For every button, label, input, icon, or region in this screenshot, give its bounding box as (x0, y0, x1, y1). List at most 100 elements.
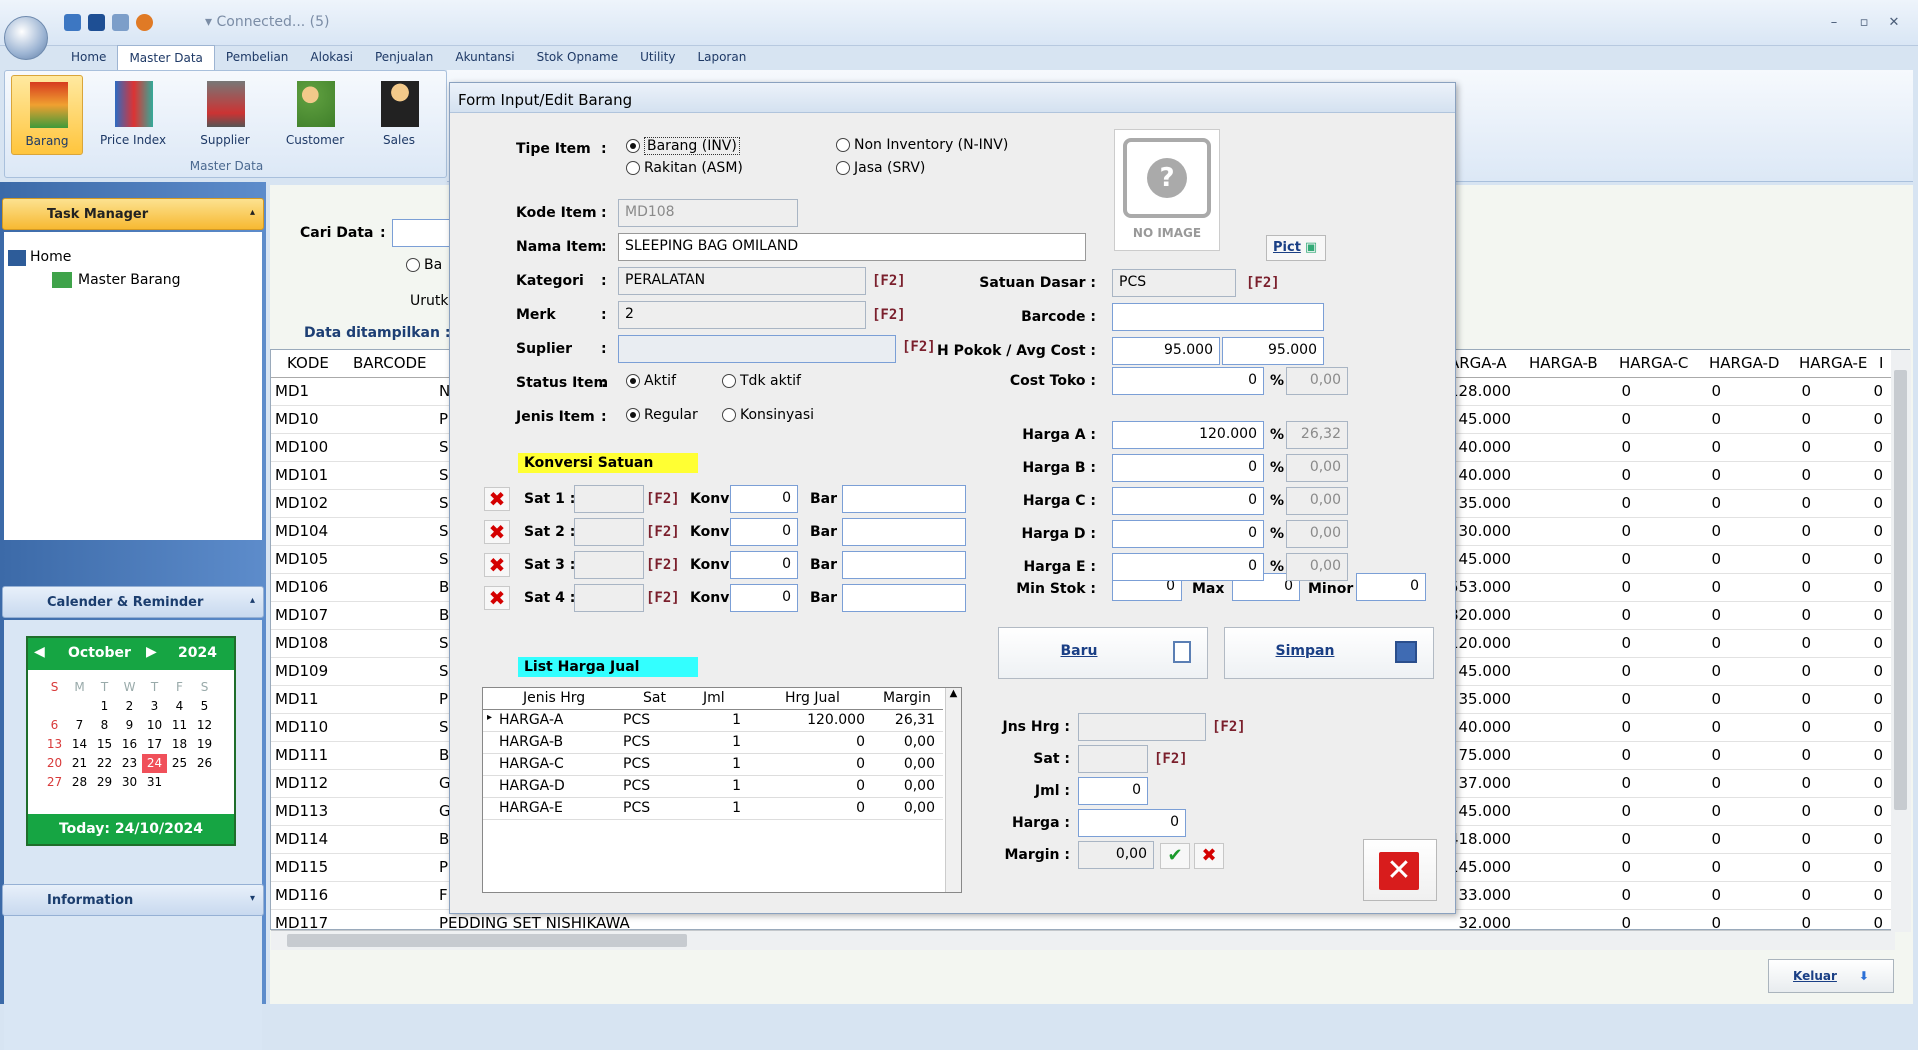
calendar-day[interactable]: 14 (67, 735, 92, 754)
sat-3-input[interactable] (574, 551, 644, 579)
merk-f2[interactable]: [F2] (872, 307, 906, 323)
new-icon[interactable] (64, 14, 81, 31)
customer-button[interactable]: Customer (279, 75, 351, 155)
horizontal-scrollbar[interactable] (271, 930, 1895, 950)
harga-b-percent[interactable]: 0,00 (1286, 454, 1348, 482)
bar-1-input[interactable] (842, 485, 966, 513)
close-dialog-button[interactable]: ✕ (1363, 839, 1437, 901)
harga-e-input[interactable]: 0 (1112, 553, 1264, 581)
satuan-dasar-f2[interactable]: [F2] (1246, 275, 1280, 291)
list-harga-row[interactable]: HARGA-E PCS 1 0 0,00 (483, 798, 943, 820)
calendar-year[interactable]: 2024 (178, 645, 217, 661)
delete-sat-3-icon[interactable]: ✖ (484, 553, 510, 577)
jns-hrg-f2[interactable]: [F2] (1212, 719, 1246, 735)
calendar-day[interactable]: 18 (167, 735, 192, 754)
radio-non-inventory[interactable]: Non Inventory (N-INV) (836, 137, 1008, 153)
harga-input[interactable]: 0 (1078, 809, 1186, 837)
sat-2-input[interactable] (574, 518, 644, 546)
tab-akuntansi[interactable]: Akuntansi (444, 45, 525, 70)
hj-col-jml[interactable]: Jml (703, 690, 725, 706)
tab-home[interactable]: Home (60, 45, 117, 70)
margin-input[interactable]: 0,00 (1078, 841, 1154, 869)
calendar-day[interactable]: 27 (42, 773, 67, 792)
sat-4-input[interactable] (574, 584, 644, 612)
tab-utility[interactable]: Utility (629, 45, 686, 70)
calendar-day[interactable]: 23 (117, 754, 142, 773)
list-harga-row[interactable]: HARGA-D PCS 1 0 0,00 (483, 776, 943, 798)
list-harga-row[interactable]: ▸ HARGA-A PCS 1 120.000 26,31 (483, 710, 943, 732)
save-icon[interactable] (88, 14, 105, 31)
sat-f2[interactable]: [F2] (1154, 751, 1188, 767)
item-image[interactable]: ? NO IMAGE (1114, 129, 1220, 251)
pict-button[interactable]: Pict ▣ (1266, 235, 1326, 261)
user-icon[interactable] (136, 14, 153, 31)
hj-col-jenis[interactable]: Jenis Hrg (523, 690, 585, 706)
cancel-x-icon[interactable]: ✖ (1194, 843, 1224, 869)
sat-2-f2[interactable]: [F2] (646, 524, 680, 540)
jml-input[interactable]: 0 (1078, 777, 1148, 805)
col-harga-c[interactable]: HARGA-C (1619, 354, 1688, 372)
calendar-day[interactable]: 3 (142, 697, 167, 716)
barcode-input[interactable] (1112, 303, 1324, 331)
sat-4-f2[interactable]: [F2] (646, 590, 680, 606)
hj-col-margin[interactable]: Margin (883, 690, 931, 706)
hj-col-sat[interactable]: Sat (643, 690, 666, 706)
scroll-thumb[interactable] (287, 934, 687, 947)
sat-input[interactable] (1078, 745, 1148, 773)
sat-1-input[interactable] (574, 485, 644, 513)
satuan-dasar-input[interactable]: PCS (1112, 269, 1236, 297)
calendar-day[interactable]: 10 (142, 716, 167, 735)
calendar-day[interactable]: 24 (142, 754, 167, 773)
calendar-day[interactable]: 16 (117, 735, 142, 754)
calendar-day[interactable]: 28 (67, 773, 92, 792)
list-harga-scrollbar[interactable]: ▲ (945, 688, 961, 892)
konv-1-input[interactable]: 0 (730, 485, 798, 513)
calendar-day[interactable]: 5 (192, 697, 217, 716)
restore-icon[interactable]: ▫ (1852, 14, 1876, 32)
search-input[interactable] (392, 219, 452, 247)
cost-toko-percent[interactable]: 0,00 (1286, 367, 1348, 395)
calendar-day[interactable]: 1 (92, 697, 117, 716)
konv-3-input[interactable]: 0 (730, 551, 798, 579)
konv-2-input[interactable]: 0 (730, 518, 798, 546)
radio-konsinyasi[interactable]: Konsinyasi (722, 407, 814, 423)
calendar-day[interactable]: 7 (67, 716, 92, 735)
calendar-day[interactable]: 17 (142, 735, 167, 754)
calendar-day[interactable]: 29 (92, 773, 117, 792)
tab-laporan[interactable]: Laporan (686, 45, 757, 70)
calendar-day[interactable]: 2 (117, 697, 142, 716)
harga-d-input[interactable]: 0 (1112, 520, 1264, 548)
information-header[interactable]: Information ▾ (2, 884, 264, 916)
tab-pembelian[interactable]: Pembelian (215, 45, 300, 70)
list-harga-row[interactable]: HARGA-B PCS 1 0 0,00 (483, 732, 943, 754)
hj-col-hrg[interactable]: Hrg Jual (785, 690, 840, 706)
h-pokok-input[interactable]: 95.000 (1112, 337, 1220, 365)
radio-tdk-aktif[interactable]: Tdk aktif (722, 373, 801, 389)
sales-button[interactable]: Sales (363, 75, 435, 155)
vscroll-thumb[interactable] (1894, 370, 1907, 810)
calendar-day[interactable]: 12 (192, 716, 217, 735)
calendar-day[interactable]: 25 (167, 754, 192, 773)
task-manager-header[interactable]: Task Manager ▴ (2, 198, 264, 230)
bar-4-input[interactable] (842, 584, 966, 612)
calendar-day[interactable]: 26 (192, 754, 217, 773)
calendar-day[interactable]: 8 (92, 716, 117, 735)
barang-button[interactable]: Barang (11, 75, 83, 155)
col-harga-e[interactable]: HARGA-E (1799, 354, 1867, 372)
col-harga-a[interactable]: ARGA-A (1449, 354, 1507, 372)
col-harga-d[interactable]: HARGA-D (1709, 354, 1779, 372)
minor-input[interactable]: 0 (1356, 573, 1426, 601)
app-menu-button[interactable] (4, 16, 48, 60)
calendar-day[interactable]: 31 (142, 773, 167, 792)
calendar-day[interactable]: 19 (192, 735, 217, 754)
calendar-day[interactable]: 11 (167, 716, 192, 735)
sat-3-f2[interactable]: [F2] (646, 557, 680, 573)
merk-input[interactable]: 2 (618, 301, 866, 329)
tab-alokasi[interactable]: Alokasi (299, 45, 364, 70)
cost-toko-input[interactable]: 0 (1112, 367, 1264, 395)
delete-sat-2-icon[interactable]: ✖ (484, 520, 510, 544)
radio-barang-inv[interactable]: Barang (INV) (626, 137, 740, 155)
search-radio[interactable]: Ba (406, 257, 442, 273)
calendar-day[interactable]: 21 (67, 754, 92, 773)
radio-aktif[interactable]: Aktif (626, 373, 676, 389)
